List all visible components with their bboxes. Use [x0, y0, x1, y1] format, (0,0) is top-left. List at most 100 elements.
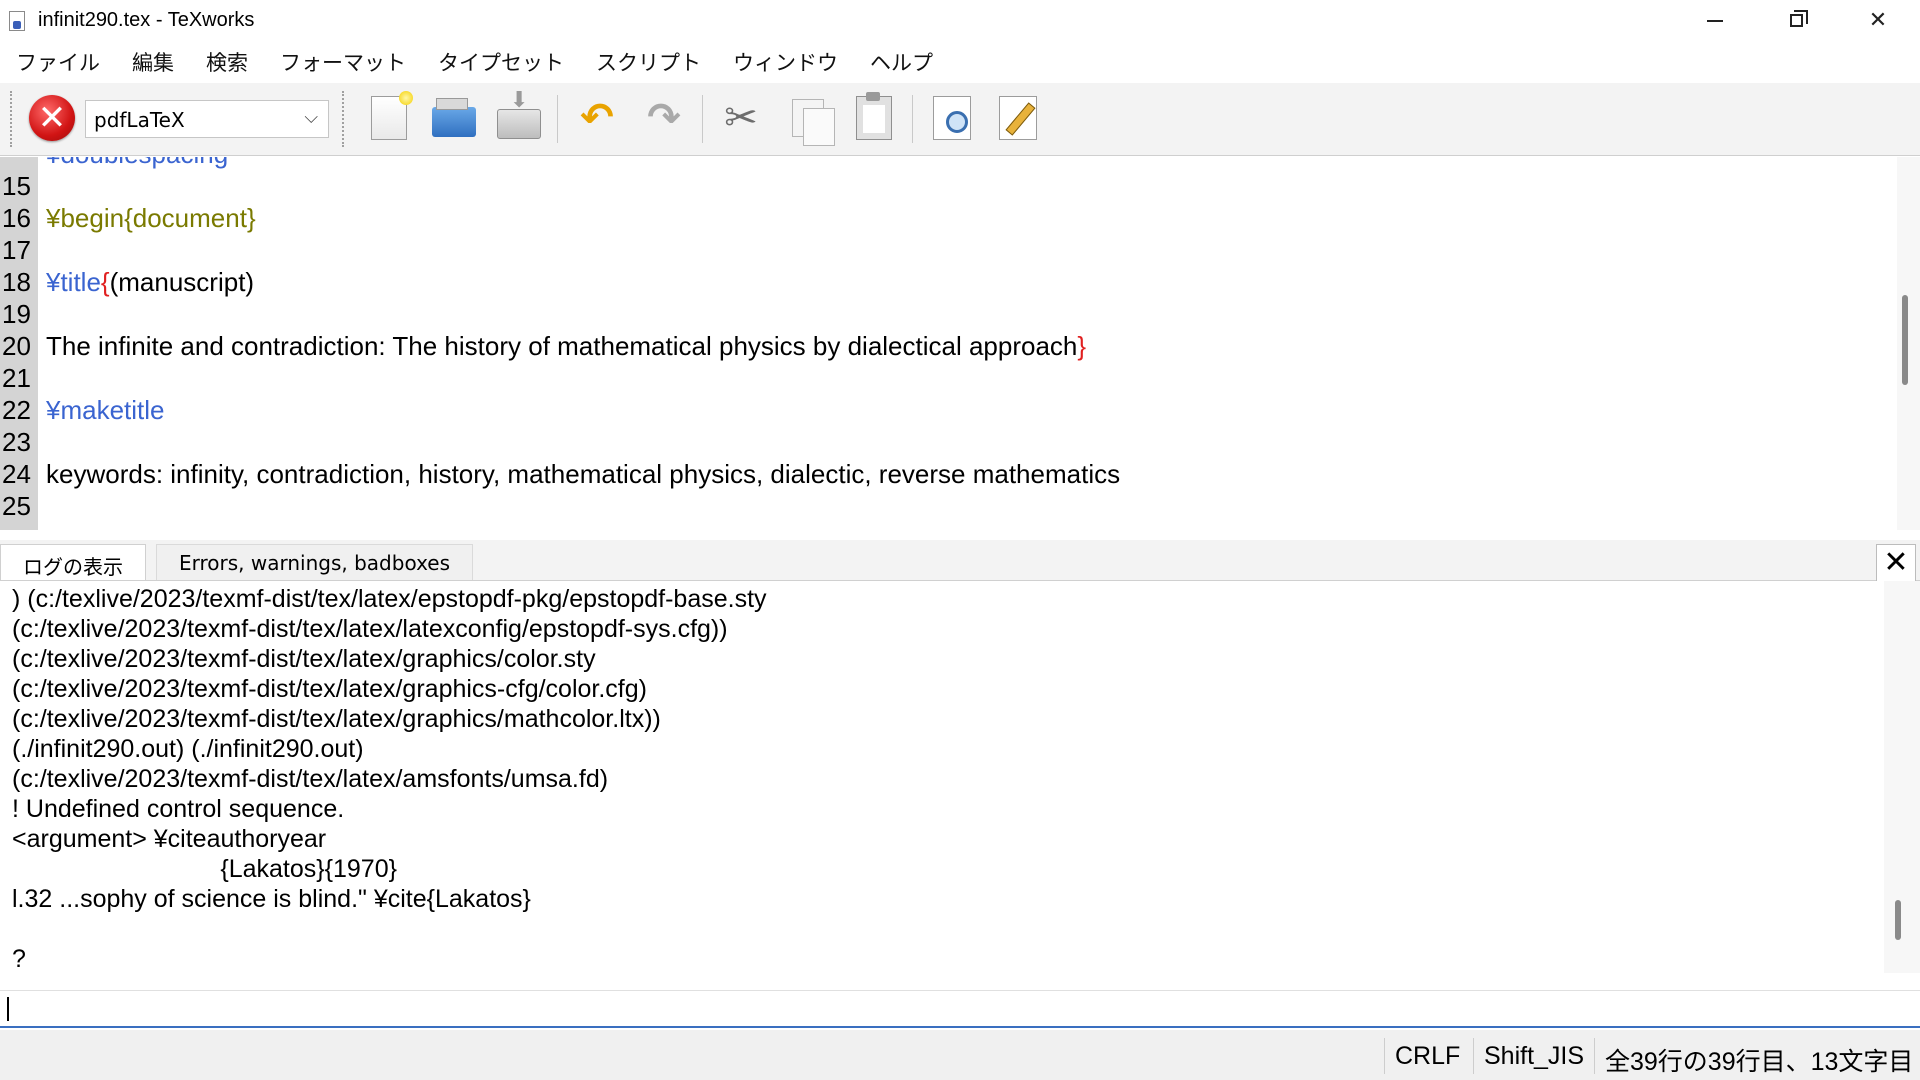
- new-document-button[interactable]: [364, 91, 414, 143]
- editor-line: 20 The infinite and contradiction: The hi…: [0, 331, 1880, 363]
- minimize-button[interactable]: [1675, 0, 1755, 41]
- editor-scrollbar[interactable]: [1897, 157, 1920, 530]
- line-number: 16: [2, 203, 31, 233]
- menu-script[interactable]: スクリプト: [580, 47, 717, 77]
- editor-line-text: keywords: infinity, contradiction, histo…: [46, 459, 1120, 490]
- line-number: 23: [2, 427, 31, 457]
- line-number: 15: [2, 171, 31, 201]
- menu-file[interactable]: ファイル: [0, 47, 116, 77]
- close-window-button[interactable]: ✕: [1838, 0, 1918, 41]
- text-caret: [7, 997, 9, 1021]
- syntax-token: The infinite and contradiction: The hist…: [46, 331, 1078, 361]
- status-cursor-position: 全39行の39行目、13文字目: [1594, 1038, 1920, 1076]
- editor-line: 15: [0, 171, 1880, 203]
- undo-button[interactable]: ↶: [572, 93, 622, 143]
- cut-icon: ✂: [724, 95, 758, 141]
- maximize-button[interactable]: [1756, 0, 1836, 41]
- line-number: 18: [2, 267, 31, 297]
- find-button[interactable]: [927, 93, 977, 143]
- toolbar-separator: [557, 95, 558, 143]
- line-number: 22: [2, 395, 31, 425]
- menu-help[interactable]: ヘルプ: [854, 47, 949, 77]
- menu-window[interactable]: ウィンドウ: [717, 47, 854, 77]
- chevron-down-icon: ⌵: [304, 107, 318, 128]
- editor-line-text: ¥title{(manuscript): [46, 267, 254, 298]
- tab-errors-warnings[interactable]: Errors, warnings, badboxes: [156, 544, 474, 580]
- edit-button[interactable]: [993, 93, 1043, 143]
- engine-selected-value: pdfLaTeX: [94, 108, 185, 132]
- menu-search[interactable]: 検索: [190, 47, 264, 77]
- status-line-ending[interactable]: CRLF: [1384, 1038, 1470, 1074]
- line-number: 21: [2, 363, 31, 393]
- editor-line-text: The infinite and contradiction: The hist…: [46, 331, 1086, 362]
- editor-line: 22 ¥maketitle: [0, 395, 1880, 427]
- cut-button[interactable]: ✂: [716, 93, 766, 143]
- source-editor[interactable]: ¥doublespacing 1516 ¥begin{document} 1718 ¥…: [0, 157, 1920, 530]
- menu-typeset[interactable]: タイプセット: [422, 47, 580, 77]
- log-scrollbar[interactable]: [1884, 581, 1920, 973]
- editor-line: 24 keywords: infinity, contradiction, his…: [0, 459, 1880, 491]
- line-number: 17: [2, 235, 31, 265]
- syntax-token: (manuscript): [109, 267, 255, 297]
- find-preview-icon: [933, 96, 971, 140]
- close-log-button[interactable]: ✕: [1876, 544, 1916, 582]
- log-line: (c:/texlive/2023/texmf-dist/tex/latex/gr…: [12, 645, 596, 673]
- stop-typeset-button[interactable]: ✕: [29, 95, 75, 141]
- menu-edit[interactable]: 編集: [116, 47, 190, 77]
- main-toolbar: ✕ pdfLaTeX ⌵ ↶ ↷ ✂: [0, 83, 1920, 156]
- log-line: ) (c:/texlive/2023/texmf-dist/tex/latex/…: [12, 585, 767, 613]
- editor-line: 25: [0, 491, 1880, 523]
- toolbar-grip[interactable]: [342, 91, 348, 147]
- editor-line: 23: [0, 427, 1880, 459]
- syntax-token: {document}: [124, 203, 256, 233]
- toolbar-grip[interactable]: [10, 91, 16, 147]
- log-line: (c:/texlive/2023/texmf-dist/tex/latex/am…: [12, 765, 609, 793]
- editor-line-text: ¥begin{document}: [46, 203, 256, 234]
- syntax-token: ¥begin: [46, 203, 125, 233]
- copy-icon: [792, 99, 835, 146]
- redo-button[interactable]: ↷: [639, 93, 689, 143]
- window-title: infinit290.tex - TeXworks: [38, 9, 255, 31]
- restore-icon: [1789, 10, 1808, 27]
- typeset-engine-select[interactable]: pdfLaTeX ⌵: [85, 100, 329, 138]
- new-document-icon: [371, 91, 413, 140]
- open-folder-icon: [432, 98, 476, 137]
- paste-icon: [856, 92, 892, 140]
- editor-line-text: ¥doublespacing: [46, 157, 228, 170]
- editor-scrollbar-thumb[interactable]: [1902, 295, 1908, 385]
- status-encoding[interactable]: Shift_JIS: [1473, 1038, 1594, 1074]
- syntax-token: keywords: infinity, contradiction, histo…: [46, 459, 1121, 489]
- copy-button[interactable]: [783, 93, 835, 146]
- title-bar: infinit290.tex - TeXworks ✕: [0, 0, 1920, 41]
- menu-format[interactable]: フォーマット: [264, 47, 422, 77]
- close-icon: ✕: [1883, 545, 1909, 580]
- log-tab-bar: ログの表示 Errors, warnings, badboxes: [0, 540, 1920, 581]
- line-number: 25: [2, 491, 31, 521]
- redo-icon: ↷: [647, 95, 681, 141]
- close-icon: ✕: [1868, 8, 1888, 33]
- toolbar-separator: [702, 95, 703, 143]
- syntax-token: ¥maketitle: [46, 395, 165, 425]
- editor-line: 19: [0, 299, 1880, 331]
- log-scrollbar-thumb[interactable]: [1895, 900, 1901, 940]
- stop-typeset-icon: ✕: [37, 98, 67, 138]
- save-document-button[interactable]: [494, 88, 544, 143]
- toolbar-separator: [912, 95, 913, 143]
- texworks-app-icon: [9, 11, 25, 31]
- save-icon: [497, 88, 541, 139]
- paste-button[interactable]: [849, 92, 899, 143]
- log-line: (c:/texlive/2023/texmf-dist/tex/latex/la…: [12, 615, 728, 643]
- log-output[interactable]: ) (c:/texlive/2023/texmf-dist/tex/latex/…: [0, 581, 1920, 973]
- undo-icon: ↶: [580, 95, 614, 141]
- tab-log-view[interactable]: ログの表示: [0, 544, 146, 580]
- line-number: 20: [2, 331, 31, 361]
- console-input[interactable]: [0, 990, 1920, 1028]
- editor-line: 21: [0, 363, 1880, 395]
- line-number: 24: [2, 459, 31, 489]
- open-document-button[interactable]: [429, 93, 479, 143]
- minimize-icon: [1707, 19, 1723, 22]
- log-line: ! Undefined control sequence.: [12, 795, 345, 823]
- menu-bar: ファイル 編集 検索 フォーマット タイプセット スクリプト ウィンドウ ヘルプ: [0, 41, 1920, 83]
- status-bar: CRLF Shift_JIS 全39行の39行目、13文字目: [0, 1030, 1920, 1080]
- log-line: (c:/texlive/2023/texmf-dist/tex/latex/gr…: [12, 675, 647, 703]
